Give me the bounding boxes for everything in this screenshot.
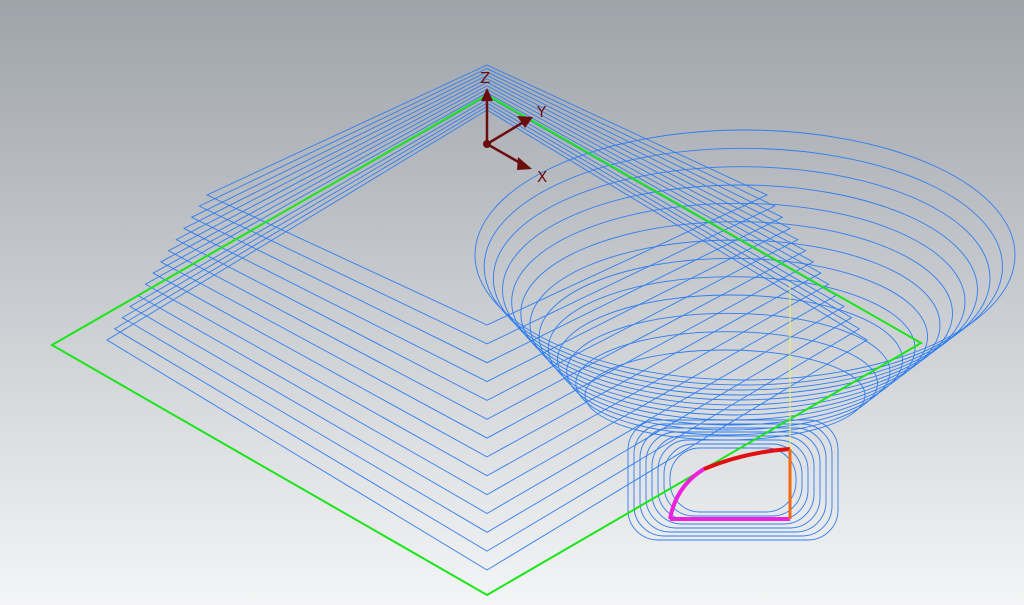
toolpath-scene[interactable]: Z Y X — [0, 0, 1024, 605]
graphics-viewport[interactable]: Z Y X — [0, 0, 1024, 605]
z-axis-label: Z — [480, 69, 490, 87]
x-axis-label: X — [537, 168, 547, 186]
y-axis-label: Y — [536, 103, 547, 121]
